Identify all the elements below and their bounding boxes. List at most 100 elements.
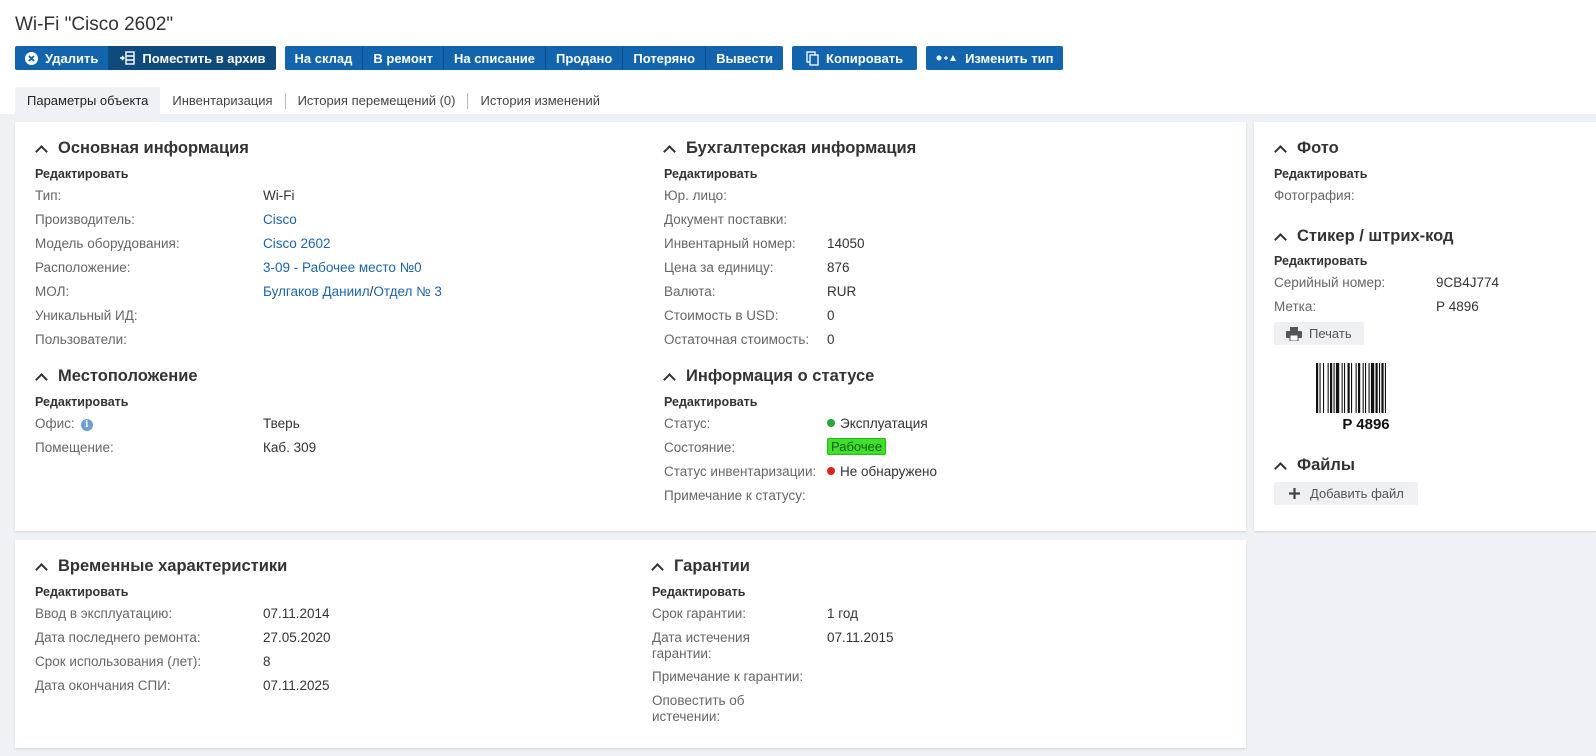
- delete-archive-group: Удалить Поместить в архив: [15, 46, 276, 70]
- status-label: Статус:: [664, 416, 711, 431]
- status-header[interactable]: Информация о статусе: [663, 367, 874, 386]
- model-link[interactable]: Cisco 2602: [263, 236, 331, 252]
- warranty-notify-label-line2: истечении:: [652, 709, 721, 724]
- currency-label: Валюта:: [664, 284, 716, 299]
- print-button[interactable]: Печать: [1274, 322, 1364, 345]
- status-bad-dot-icon: [827, 467, 835, 475]
- photo-edit-link[interactable]: Редактировать: [1274, 167, 1367, 181]
- files-header[interactable]: Файлы: [1274, 456, 1355, 475]
- files-title: Файлы: [1297, 456, 1355, 474]
- main-info-header[interactable]: Основная информация: [35, 139, 249, 158]
- lost-button[interactable]: Потеряно: [623, 46, 707, 70]
- location-header[interactable]: Местоположение: [35, 367, 198, 386]
- condition-badge: Рабочее: [827, 438, 887, 455]
- sticker-edit-link[interactable]: Редактировать: [1274, 254, 1367, 268]
- tab-change-history[interactable]: История изменений: [468, 93, 612, 109]
- usage-term-label: Срок использования (лет):: [35, 654, 202, 669]
- type-value: Wi-Fi: [263, 188, 295, 203]
- page-title: Wi-Fi "Cisco 2602": [15, 14, 174, 35]
- status-edit-link[interactable]: Редактировать: [664, 395, 757, 409]
- delete-circle-icon: [25, 51, 38, 65]
- last-repair-value: 27.05.2020: [263, 630, 331, 645]
- room-value: Каб. 309: [263, 440, 317, 455]
- accounting-edit-link[interactable]: Редактировать: [664, 167, 757, 181]
- copy-button[interactable]: Копировать: [792, 46, 918, 70]
- time-warranty-card: Временные характеристики Редактировать В…: [15, 540, 1246, 748]
- usage-term-value: 8: [263, 654, 271, 669]
- serial-label: Серийный номер:: [1274, 275, 1386, 290]
- to-stock-button[interactable]: На склад: [284, 46, 364, 70]
- tag-value: Р 4896: [1436, 299, 1479, 314]
- tag-label: Метка:: [1274, 299, 1317, 314]
- warranty-notify-label: Оповестить об истечении:: [652, 693, 745, 725]
- mol-person-link[interactable]: Булгаков Даниил: [263, 284, 370, 299]
- tab-inventory[interactable]: Инвентаризация: [160, 92, 286, 109]
- model-label: Модель оборудования:: [35, 236, 180, 251]
- mol-dept-link[interactable]: Отдел № 3: [373, 284, 442, 299]
- plus-icon: [1289, 488, 1300, 499]
- manufacturer-link[interactable]: Cisco: [263, 212, 297, 228]
- mol-label: МОЛ:: [35, 284, 70, 299]
- inventory-status-value: Не обнаружено: [827, 464, 937, 480]
- time-title: Временные характеристики: [58, 557, 288, 575]
- time-header[interactable]: Временные характеристики: [35, 557, 288, 576]
- status-ok-dot-icon: [827, 419, 835, 427]
- usd-cost-label: Стоимость в USD:: [664, 308, 779, 323]
- inventory-status-text: Не обнаружено: [840, 464, 937, 479]
- tab-movement-history[interactable]: История перемещений (0): [286, 92, 469, 109]
- warranty-edit-link[interactable]: Редактировать: [652, 585, 745, 599]
- photo-header[interactable]: Фото: [1274, 139, 1339, 158]
- write-off-button[interactable]: На списание: [444, 46, 547, 70]
- warranty-expiry-value: 07.11.2015: [827, 630, 894, 645]
- location-label: Расположение:: [35, 260, 131, 275]
- commission-label: Ввод в эксплуатацию:: [35, 606, 173, 621]
- time-edit-link[interactable]: Редактировать: [35, 585, 128, 599]
- sticker-title: Стикер / штрих-код: [1297, 227, 1454, 245]
- warranty-term-value: 1 год: [827, 606, 858, 621]
- to-repair-button[interactable]: В ремонт: [363, 46, 445, 70]
- tab-object-params[interactable]: Параметры объекта: [15, 87, 161, 114]
- chevron-up-icon: [35, 562, 48, 576]
- add-file-button[interactable]: Добавить файл: [1274, 482, 1418, 505]
- supply-doc-label: Документ поставки:: [664, 212, 788, 227]
- archive-label: Поместить в архив: [142, 50, 266, 66]
- info-icon[interactable]: i: [80, 419, 93, 431]
- change-type-label: Изменить тип: [965, 50, 1054, 66]
- warranty-expiry-label: Дата истечения гарантии:: [652, 630, 750, 662]
- room-label: Помещение:: [35, 440, 114, 455]
- main-info-edit-link[interactable]: Редактировать: [35, 167, 128, 181]
- change-type-button[interactable]: Изменить тип: [926, 46, 1064, 70]
- copy-group: Копировать: [792, 46, 918, 70]
- mol-value: Булгаков Даниил/Отдел № 3: [263, 284, 442, 300]
- chevron-up-icon: [1274, 461, 1287, 475]
- warranty-title: Гарантии: [674, 557, 750, 575]
- location-link[interactable]: 3-09 - Рабочее место №0: [263, 260, 422, 276]
- chevron-up-icon: [663, 372, 676, 386]
- warranty-header[interactable]: Гарантии: [651, 557, 750, 576]
- delete-button[interactable]: Удалить: [15, 46, 110, 70]
- currency-value: RUR: [827, 284, 857, 299]
- location-edit-link[interactable]: Редактировать: [35, 395, 128, 409]
- inventory-number-label: Инвентарный номер:: [664, 236, 796, 251]
- sold-button[interactable]: Продано: [546, 46, 624, 70]
- unit-price-value: 876: [827, 260, 850, 275]
- main-info-title: Основная информация: [58, 139, 249, 157]
- condition-label: Состояние:: [664, 440, 736, 455]
- withdraw-button[interactable]: Вывести: [706, 46, 784, 70]
- commission-value: 07.11.2014: [263, 606, 330, 621]
- residual-cost-value: 0: [827, 332, 835, 347]
- type-label: Тип:: [35, 188, 62, 203]
- last-repair-label: Дата последнего ремонта:: [35, 630, 201, 645]
- accounting-header[interactable]: Бухгалтерская информация: [663, 139, 916, 158]
- archive-button[interactable]: Поместить в архив: [109, 46, 276, 70]
- warranty-expiry-label-line2: гарантии:: [652, 646, 712, 661]
- inventory-status-label: Статус инвентаризации:: [664, 464, 817, 479]
- chevron-up-icon: [1274, 232, 1287, 246]
- uid-label: Уникальный ИД:: [35, 308, 138, 323]
- manufacturer-label: Производитель:: [35, 212, 135, 227]
- chevron-up-icon: [35, 144, 48, 158]
- location-title: Местоположение: [58, 367, 198, 385]
- print-label: Печать: [1309, 326, 1352, 341]
- sticker-header[interactable]: Стикер / штрих-код: [1274, 227, 1454, 246]
- barcode-text: P 4896: [1342, 416, 1390, 433]
